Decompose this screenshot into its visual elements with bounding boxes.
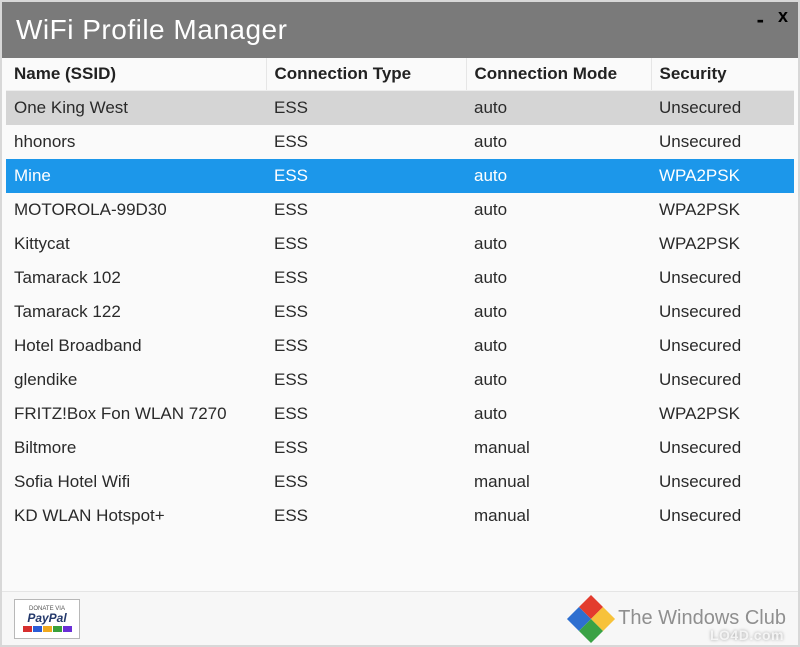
cell-name: glendike — [6, 363, 266, 397]
table-row[interactable]: FRITZ!Box Fon WLAN 7270ESSautoWPA2PSK — [6, 397, 794, 431]
table-wrap[interactable]: Name (SSID) Connection Type Connection M… — [2, 58, 798, 591]
table-row[interactable]: MineESSautoWPA2PSK — [6, 159, 794, 193]
cell-mode: manual — [466, 499, 651, 533]
cell-security: Unsecured — [651, 261, 794, 295]
table-row[interactable]: One King WestESSautoUnsecured — [6, 91, 794, 126]
table-row[interactable]: Hotel BroadbandESSautoUnsecured — [6, 329, 794, 363]
minimize-button[interactable]: - — [757, 9, 764, 25]
cell-type: ESS — [266, 397, 466, 431]
cell-mode: auto — [466, 159, 651, 193]
cell-name: FRITZ!Box Fon WLAN 7270 — [6, 397, 266, 431]
window-title: WiFi Profile Manager — [16, 14, 287, 46]
cell-mode: auto — [466, 193, 651, 227]
paypal-cards-icon — [23, 626, 72, 632]
cell-type: ESS — [266, 227, 466, 261]
cell-mode: auto — [466, 329, 651, 363]
cell-name: MOTOROLA-99D30 — [6, 193, 266, 227]
cell-name: Kittycat — [6, 227, 266, 261]
cell-mode: auto — [466, 363, 651, 397]
cell-security: WPA2PSK — [651, 227, 794, 261]
cell-security: Unsecured — [651, 125, 794, 159]
footer: DONATE VIA PayPal The Windows Club — [2, 591, 798, 645]
cell-mode: auto — [466, 227, 651, 261]
cell-security: WPA2PSK — [651, 397, 794, 431]
donate-paypal-button[interactable]: DONATE VIA PayPal — [14, 599, 80, 639]
cell-name: Sofia Hotel Wifi — [6, 465, 266, 499]
col-header-mode[interactable]: Connection Mode — [466, 58, 651, 91]
cell-security: Unsecured — [651, 431, 794, 465]
cell-name: Mine — [6, 159, 266, 193]
cell-security: Unsecured — [651, 91, 794, 126]
cell-name: Hotel Broadband — [6, 329, 266, 363]
wifi-profiles-table: Name (SSID) Connection Type Connection M… — [6, 58, 794, 533]
cell-mode: manual — [466, 431, 651, 465]
cell-mode: auto — [466, 397, 651, 431]
cell-mode: auto — [466, 295, 651, 329]
table-row[interactable]: KD WLAN Hotspot+ESSmanualUnsecured — [6, 499, 794, 533]
windows-club-brand[interactable]: The Windows Club — [574, 602, 786, 636]
cell-type: ESS — [266, 125, 466, 159]
cell-security: Unsecured — [651, 295, 794, 329]
cell-type: ESS — [266, 329, 466, 363]
cell-security: Unsecured — [651, 363, 794, 397]
cell-name: KD WLAN Hotspot+ — [6, 499, 266, 533]
cell-type: ESS — [266, 159, 466, 193]
table-row[interactable]: MOTOROLA-99D30ESSautoWPA2PSK — [6, 193, 794, 227]
table-row[interactable]: KittycatESSautoWPA2PSK — [6, 227, 794, 261]
cell-mode: auto — [466, 125, 651, 159]
table-row[interactable]: hhonorsESSautoUnsecured — [6, 125, 794, 159]
table-row[interactable]: Tamarack 122ESSautoUnsecured — [6, 295, 794, 329]
windows-club-logo-icon — [567, 594, 615, 642]
table-row[interactable]: Tamarack 102ESSautoUnsecured — [6, 261, 794, 295]
cell-name: Tamarack 122 — [6, 295, 266, 329]
cell-mode: manual — [466, 465, 651, 499]
cell-type: ESS — [266, 193, 466, 227]
cell-mode: auto — [466, 91, 651, 126]
cell-security: WPA2PSK — [651, 159, 794, 193]
cell-type: ESS — [266, 261, 466, 295]
cell-mode: auto — [466, 261, 651, 295]
close-button[interactable]: x — [778, 6, 788, 27]
cell-type: ESS — [266, 465, 466, 499]
cell-type: ESS — [266, 91, 466, 126]
cell-type: ESS — [266, 295, 466, 329]
cell-type: ESS — [266, 431, 466, 465]
table-row[interactable]: BiltmoreESSmanualUnsecured — [6, 431, 794, 465]
cell-name: Biltmore — [6, 431, 266, 465]
cell-security: WPA2PSK — [651, 193, 794, 227]
paypal-label: PayPal — [27, 612, 66, 624]
cell-name: Tamarack 102 — [6, 261, 266, 295]
cell-security: Unsecured — [651, 329, 794, 363]
cell-type: ESS — [266, 499, 466, 533]
table-header-row: Name (SSID) Connection Type Connection M… — [6, 58, 794, 91]
windows-club-label: The Windows Club — [618, 607, 786, 630]
col-header-type[interactable]: Connection Type — [266, 58, 466, 91]
col-header-name[interactable]: Name (SSID) — [6, 58, 266, 91]
window-controls: - x — [757, 6, 788, 27]
table-row[interactable]: Sofia Hotel WifiESSmanualUnsecured — [6, 465, 794, 499]
cell-name: One King West — [6, 91, 266, 126]
table-row[interactable]: glendikeESSautoUnsecured — [6, 363, 794, 397]
col-header-security[interactable]: Security — [651, 58, 794, 91]
cell-name: hhonors — [6, 125, 266, 159]
titlebar: WiFi Profile Manager - x — [2, 2, 798, 58]
cell-type: ESS — [266, 363, 466, 397]
cell-security: Unsecured — [651, 465, 794, 499]
window: WiFi Profile Manager - x Name (SSID) Con… — [0, 0, 800, 647]
cell-security: Unsecured — [651, 499, 794, 533]
